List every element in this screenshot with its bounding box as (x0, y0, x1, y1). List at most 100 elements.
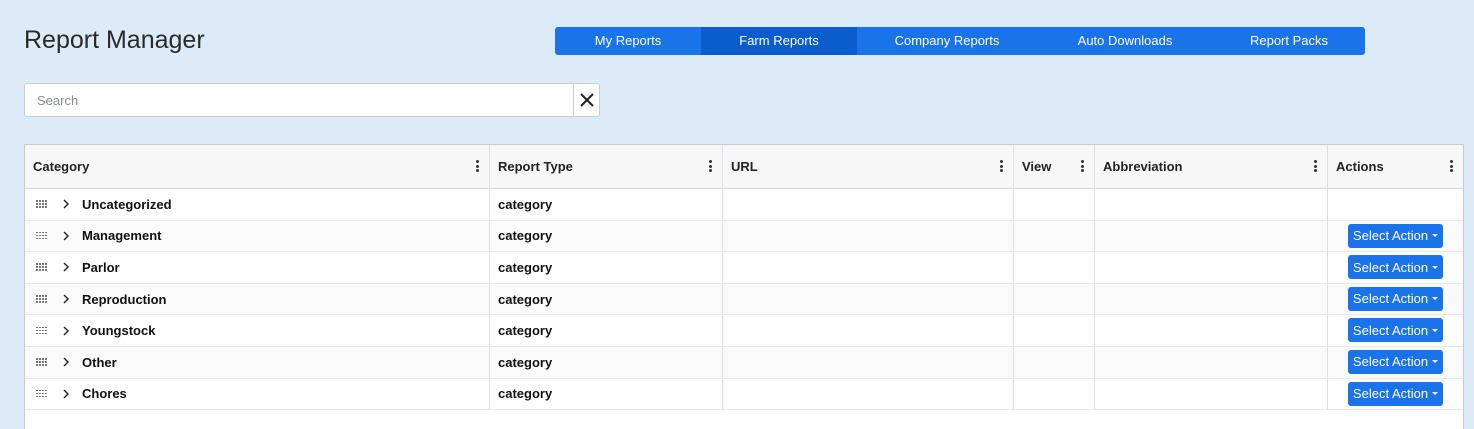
tab-farm-reports[interactable]: Farm Reports (701, 27, 857, 55)
url-cell (723, 189, 1014, 220)
search-bar (24, 83, 600, 117)
column-label: Report Type (498, 159, 573, 174)
column-menu-icon[interactable] (1313, 160, 1317, 172)
grid-body: Uncategorized category Management category S… (25, 189, 1463, 411)
report-type-value: category (498, 354, 553, 370)
column-label: View (1022, 159, 1052, 174)
abbreviation-cell (1095, 220, 1328, 252)
drag-handle-icon[interactable] (36, 295, 47, 303)
actions-cell (1328, 189, 1463, 220)
url-cell (723, 315, 1014, 346)
table-row[interactable]: Management category Select Action (25, 220, 1463, 253)
caret-down-icon (1432, 297, 1439, 301)
column-menu-icon[interactable] (999, 160, 1003, 172)
drag-handle-icon[interactable] (36, 389, 47, 398)
grid-header: Category Report Type URL View Abbreviati… (25, 145, 1463, 189)
column-header-view[interactable]: View (1014, 145, 1095, 189)
drag-handle-icon[interactable] (36, 263, 47, 271)
category-name: Youngstock (82, 323, 156, 339)
column-menu-icon[interactable] (475, 160, 479, 172)
column-menu-icon[interactable] (708, 160, 712, 172)
column-label: Category (33, 159, 90, 174)
view-cell (1014, 220, 1095, 252)
column-header-abbreviation[interactable]: Abbreviation (1095, 145, 1328, 189)
tab-report-packs[interactable]: Report Packs (1213, 27, 1365, 55)
view-cell (1014, 315, 1095, 346)
report-type-cell: category (490, 189, 723, 220)
category-cell: Reproduction (25, 283, 490, 315)
actions-cell: Select Action (1328, 252, 1463, 283)
select-action-button[interactable]: Select Action (1348, 286, 1443, 311)
table-row[interactable]: Uncategorized category (25, 189, 1463, 221)
column-label: Abbreviation (1103, 159, 1183, 174)
report-type-cell: category (490, 283, 723, 315)
close-icon (579, 93, 594, 107)
category-cell: Youngstock (25, 315, 490, 346)
column-menu-icon[interactable] (1449, 160, 1453, 172)
actions-cell: Select Action (1328, 221, 1463, 252)
view-cell (1014, 378, 1095, 410)
category-name: Uncategorized (82, 196, 172, 212)
table-row[interactable]: Reproduction category Select Action (25, 283, 1463, 316)
abbreviation-cell (1095, 315, 1328, 346)
column-header-actions[interactable]: Actions (1328, 145, 1463, 189)
caret-down-icon (1432, 328, 1439, 332)
category-cell: Parlor (25, 252, 490, 283)
tab-my-reports[interactable]: My Reports (555, 27, 701, 55)
table-row[interactable]: Youngstock category Select Action (25, 315, 1463, 347)
chevron-right-icon[interactable] (60, 356, 72, 368)
select-action-label: Select Action (1352, 354, 1429, 370)
table-row[interactable]: Other category Select Action (25, 346, 1463, 379)
chevron-right-icon[interactable] (60, 325, 72, 337)
column-label: URL (731, 159, 758, 174)
table-row[interactable]: Parlor category Select Action (25, 252, 1463, 284)
search-input[interactable] (24, 83, 573, 117)
clear-search-button[interactable] (573, 83, 600, 117)
chevron-right-icon[interactable] (60, 198, 72, 210)
report-type-value: category (498, 291, 553, 307)
select-action-button[interactable]: Select Action (1348, 318, 1443, 343)
category-name: Management (82, 228, 162, 244)
view-cell (1014, 346, 1095, 378)
select-action-button[interactable]: Select Action (1348, 223, 1443, 248)
drag-handle-icon[interactable] (36, 231, 47, 240)
chevron-right-icon[interactable] (60, 261, 72, 273)
select-action-button[interactable]: Select Action (1348, 381, 1443, 406)
url-cell (723, 378, 1014, 410)
caret-down-icon (1432, 360, 1439, 364)
abbreviation-cell (1095, 283, 1328, 315)
table-row[interactable]: Chores category Select Action (25, 378, 1463, 411)
drag-handle-icon[interactable] (36, 358, 47, 366)
chevron-right-icon[interactable] (60, 388, 72, 400)
actions-cell: Select Action (1328, 379, 1463, 410)
category-cell: Management (25, 220, 490, 252)
tab-company-reports[interactable]: Company Reports (857, 27, 1037, 55)
select-action-button[interactable]: Select Action (1348, 255, 1443, 280)
view-cell (1014, 252, 1095, 283)
column-header-report-type[interactable]: Report Type (490, 145, 723, 189)
select-action-label: Select Action (1352, 291, 1429, 307)
column-header-category[interactable]: Category (25, 145, 490, 189)
select-action-label: Select Action (1352, 386, 1429, 402)
url-cell (723, 220, 1014, 252)
chevron-right-icon[interactable] (60, 293, 72, 305)
report-type-value: category (498, 196, 553, 212)
drag-handle-icon[interactable] (36, 326, 47, 335)
select-action-label: Select Action (1352, 322, 1429, 338)
chevron-right-icon[interactable] (60, 230, 72, 242)
select-action-button[interactable]: Select Action (1348, 349, 1443, 374)
report-type-value: category (498, 228, 553, 244)
abbreviation-cell (1095, 346, 1328, 378)
caret-down-icon (1432, 265, 1439, 269)
column-header-url[interactable]: URL (723, 145, 1014, 189)
category-cell: Chores (25, 378, 490, 410)
drag-handle-icon[interactable] (36, 200, 47, 208)
view-cell (1014, 189, 1095, 220)
column-menu-icon[interactable] (1080, 160, 1084, 172)
tab-auto-downloads[interactable]: Auto Downloads (1037, 27, 1213, 55)
category-name: Reproduction (82, 291, 167, 307)
report-type-value: category (498, 323, 553, 339)
report-type-cell: category (490, 220, 723, 252)
url-cell (723, 252, 1014, 283)
report-grid: Category Report Type URL View Abbreviati… (24, 144, 1464, 429)
